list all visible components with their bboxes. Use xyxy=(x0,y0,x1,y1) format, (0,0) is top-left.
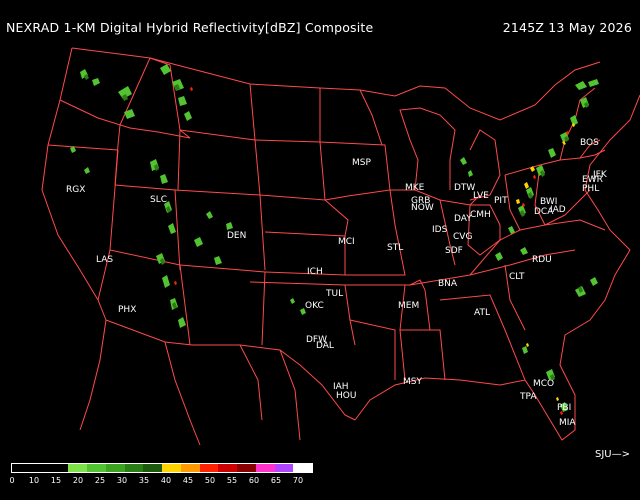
legend-swatch xyxy=(143,464,162,472)
valid-time: 2145Z 13 May 2026 xyxy=(502,20,632,35)
station-label-now: NOW xyxy=(411,203,434,213)
legend-swatch xyxy=(199,464,219,472)
legend-swatch xyxy=(293,464,312,472)
station-label-dal: DAL xyxy=(316,341,334,351)
station-label-stl: STL xyxy=(387,243,403,253)
station-label-bna: BNA xyxy=(438,279,458,289)
legend-swatch xyxy=(162,464,181,472)
legend-swatch xyxy=(237,464,256,472)
legend-swatch xyxy=(30,464,50,472)
station-labels: RGXSLCLASPHXDENMSPMKEGRBNOWDTWLVE PITBOSE… xyxy=(66,138,608,428)
legend-ticks: 0 10 15 20 25 30 35 40 45 50 55 60 65 70 xyxy=(0,476,640,490)
station-label-pit: PIT xyxy=(494,196,508,206)
legend-swatch xyxy=(218,464,237,472)
station-label-rdu: RDU xyxy=(532,255,552,265)
station-label-bos: BOS xyxy=(580,138,599,148)
station-label-den: DEN xyxy=(227,231,246,241)
legend-tick-label: 40 xyxy=(160,476,172,485)
station-label-mem: MEM xyxy=(398,301,419,311)
station-label-pbi: PBI xyxy=(557,403,571,413)
legend-tick-label: 70 xyxy=(292,476,304,485)
station-label-mia: MIA xyxy=(559,418,576,428)
station-label-las: LAS xyxy=(96,255,113,265)
legend-tick-label: 30 xyxy=(116,476,128,485)
legend-swatch xyxy=(274,464,294,472)
station-label-msp: MSP xyxy=(352,158,371,168)
legend-tick-label: 45 xyxy=(182,476,194,485)
station-label-cvg: CVG xyxy=(453,232,472,242)
legend-tick-label: 65 xyxy=(270,476,282,485)
legend-tick-label: 0 xyxy=(9,476,15,485)
legend-swatch xyxy=(49,464,69,472)
legend-swatch xyxy=(105,464,125,472)
station-label-slc: SLC xyxy=(150,195,167,205)
station-label-mci: MCI xyxy=(338,237,355,247)
legend-swatch xyxy=(255,464,275,472)
legend-tick-label: 20 xyxy=(72,476,84,485)
color-legend xyxy=(11,463,313,473)
station-label-atl: ATL xyxy=(474,308,490,318)
station-label-sdf: SDF xyxy=(445,246,463,256)
station-label-rgx: RGX xyxy=(66,185,85,195)
radar-echoes xyxy=(70,64,599,415)
station-label-msy: MSY xyxy=(403,377,422,387)
legend-tick-label: 35 xyxy=(138,476,150,485)
legend-tick-label: 60 xyxy=(248,476,260,485)
product-title: NEXRAD 1-KM Digital Hybrid Reflectivity[… xyxy=(6,20,374,35)
station-label-mco: MCO xyxy=(533,379,554,389)
legend-tick-label: 55 xyxy=(226,476,238,485)
station-label-lve: LVE xyxy=(473,191,489,201)
station-label-ids: IDS xyxy=(432,225,448,235)
station-label-ich: ICH xyxy=(307,267,323,277)
radar-map: RGXSLCLASPHXDENMSPMKEGRBNOWDTWLVE PITBOSE… xyxy=(41,47,640,446)
station-label-phx: PHX xyxy=(118,305,136,315)
legend-tick-label: 50 xyxy=(204,476,216,485)
legend-swatch xyxy=(12,464,31,472)
legend-swatch xyxy=(124,464,144,472)
legend-tick-label: 25 xyxy=(94,476,106,485)
station-label-tpa: TPA xyxy=(519,392,537,402)
station-label-cmh: CMH xyxy=(470,210,491,220)
station-label-iad: IAD xyxy=(550,205,566,215)
legend-swatch xyxy=(87,464,106,472)
station-label-jfk: JFK xyxy=(592,170,608,180)
station-label-mke: MKE xyxy=(405,183,425,193)
legend-tick-label: 10 xyxy=(28,476,40,485)
station-label-hou: HOU xyxy=(336,391,356,401)
legend-tick-label: 15 xyxy=(50,476,62,485)
station-label-clt: CLT xyxy=(509,272,525,282)
station-label-tul: TUL xyxy=(325,289,343,299)
legend-swatch xyxy=(68,464,87,472)
station-label-phl: PHL xyxy=(582,184,599,194)
legend-swatch xyxy=(180,464,200,472)
puerto-rico-link[interactable]: SJU—> xyxy=(595,449,630,460)
station-label-okc: OKC xyxy=(305,301,324,311)
